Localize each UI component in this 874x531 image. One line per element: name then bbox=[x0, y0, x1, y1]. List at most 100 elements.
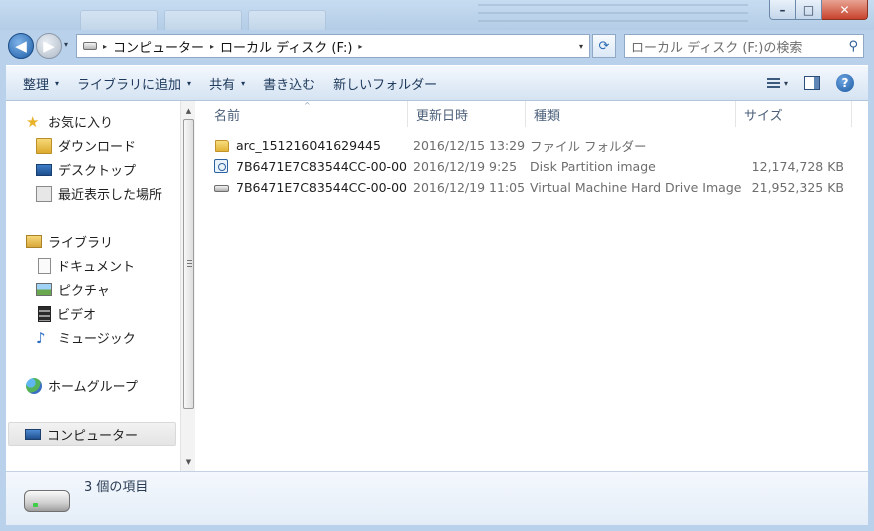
column-header-date[interactable]: 更新日時 bbox=[408, 101, 526, 127]
maximize-button[interactable]: □ bbox=[796, 0, 822, 20]
sidebar-item-pictures[interactable]: ピクチャ bbox=[36, 280, 110, 299]
file-size bbox=[736, 135, 844, 156]
search-placeholder: ローカル ディスク (F:)の検索 bbox=[631, 40, 803, 56]
minimize-button[interactable]: – bbox=[769, 0, 796, 20]
sidebar-item-label: 最近表示した場所 bbox=[58, 188, 163, 203]
share-button[interactable]: 共有 ▾ bbox=[209, 74, 245, 93]
file-name: 7B6471E7C83544CC-00-00 bbox=[236, 159, 407, 174]
table-row[interactable]: 7B6471E7C83544CC-00-00 2016/12/19 11:05 … bbox=[196, 177, 868, 198]
burn-label: 書き込む bbox=[263, 77, 316, 93]
sidebar-item-libraries[interactable]: ライブラリ bbox=[26, 232, 113, 251]
file-size: 12,174,728 KB bbox=[751, 159, 844, 174]
sidebar-item-favorites[interactable]: ★ お気に入り bbox=[26, 112, 114, 132]
column-header-row: 名前 ^ 更新日時 種類 サイズ bbox=[196, 101, 868, 127]
view-controls: ▾ ? bbox=[766, 74, 854, 92]
command-bar: 整理 ▾ ライブラリに追加 ▾ 共有 ▾ 書き込む 新しいフォルダー ▾ ? bbox=[6, 65, 868, 101]
libraries-icon bbox=[26, 235, 42, 248]
add-to-library-button[interactable]: ライブラリに追加 ▾ bbox=[77, 74, 191, 93]
search-input[interactable]: ローカル ディスク (F:)の検索 ⚲ bbox=[624, 34, 864, 58]
column-header-label: 更新日時 bbox=[416, 108, 469, 124]
breadcrumb-computer[interactable]: コンピューター bbox=[113, 37, 204, 56]
background-tab bbox=[164, 10, 242, 30]
background-tab bbox=[248, 10, 326, 30]
sidebar-item-desktop[interactable]: デスクトップ bbox=[36, 160, 136, 179]
file-date: 2016/12/19 11:05 bbox=[413, 180, 526, 195]
sidebar-item-videos[interactable]: ビデオ bbox=[36, 304, 96, 323]
pictures-icon bbox=[36, 283, 52, 296]
folder-icon bbox=[214, 138, 230, 154]
computer-icon bbox=[25, 428, 41, 440]
sidebar-item-downloads[interactable]: ダウンロード bbox=[36, 136, 136, 155]
star-icon: ★ bbox=[26, 112, 40, 131]
sidebar-item-label: ドキュメント bbox=[57, 260, 136, 275]
forward-button[interactable]: ▶ bbox=[36, 33, 62, 59]
music-icon: ♪ bbox=[36, 328, 46, 347]
organize-button[interactable]: 整理 ▾ bbox=[23, 74, 59, 93]
file-name-cell: 7B6471E7C83544CC-00-00 bbox=[214, 177, 407, 198]
file-name-cell: 7B6471E7C83544CC-00-00 bbox=[214, 156, 407, 177]
back-button[interactable]: ◀ bbox=[8, 33, 34, 59]
title-bar: – □ ✕ bbox=[0, 0, 874, 30]
sidebar-item-label: コンピューター bbox=[47, 428, 139, 444]
view-details-icon bbox=[766, 77, 780, 89]
scrollbar-thumb[interactable] bbox=[183, 119, 194, 409]
documents-icon bbox=[38, 257, 51, 274]
chevron-down-icon: ▾ bbox=[241, 78, 246, 88]
help-icon[interactable]: ? bbox=[836, 74, 854, 92]
background-window-tabs bbox=[80, 10, 326, 30]
column-header-label: サイズ bbox=[744, 108, 783, 124]
close-button[interactable]: ✕ bbox=[822, 0, 868, 20]
table-row[interactable]: 7B6471E7C83544CC-00-00 2016/12/19 9:25 D… bbox=[196, 156, 868, 177]
organize-label: 整理 bbox=[23, 77, 50, 93]
disk-image-icon bbox=[214, 158, 230, 175]
sidebar-item-label: お気に入り bbox=[48, 116, 114, 131]
search-icon[interactable]: ⚲ bbox=[848, 39, 858, 54]
sidebar-item-documents[interactable]: ドキュメント bbox=[36, 256, 135, 275]
breadcrumb-separator[interactable]: ▸ bbox=[210, 42, 214, 51]
file-type: Virtual Machine Hard Drive Image bbox=[530, 180, 742, 195]
address-bar[interactable]: ▸ コンピューター ▸ ローカル ディスク (F:) ▸ ▾ bbox=[76, 34, 590, 58]
breadcrumb-separator[interactable]: ▸ bbox=[103, 42, 107, 51]
new-folder-label: 新しいフォルダー bbox=[333, 77, 438, 93]
navigation-scrollbar[interactable]: ▲ ▼ bbox=[180, 101, 195, 471]
share-label: 共有 bbox=[209, 77, 236, 93]
sidebar-item-label: ホームグループ bbox=[48, 380, 138, 395]
add-to-library-label: ライブラリに追加 bbox=[77, 77, 182, 93]
preview-pane-icon[interactable] bbox=[804, 76, 820, 90]
sidebar-item-label: デスクトップ bbox=[58, 164, 137, 179]
burn-button[interactable]: 書き込む bbox=[263, 74, 315, 93]
homegroup-icon bbox=[26, 377, 42, 394]
column-header-type[interactable]: 種類 bbox=[526, 101, 736, 127]
address-history-dropdown[interactable]: ▾ bbox=[579, 42, 583, 51]
refresh-button[interactable]: ⟳ bbox=[592, 34, 616, 58]
sidebar-item-homegroup[interactable]: ホームグループ bbox=[26, 376, 138, 395]
file-name: 7B6471E7C83544CC-00-00 bbox=[236, 180, 407, 195]
explorer-body: ★ お気に入り ダウンロード デスクトップ 最近表示した場所 ライブラリ ドキュ… bbox=[6, 101, 868, 471]
sidebar-item-music[interactable]: ♪ ミュージック bbox=[36, 328, 136, 348]
scroll-down-button[interactable]: ▼ bbox=[181, 454, 196, 469]
breadcrumb-local-disk[interactable]: ローカル ディスク (F:) bbox=[220, 37, 352, 56]
file-date: 2016/12/19 9:25 bbox=[413, 159, 518, 174]
file-type: Disk Partition image bbox=[530, 159, 656, 174]
recent-pages-dropdown[interactable]: ▾ bbox=[64, 40, 68, 49]
file-size: 21,952,325 KB bbox=[751, 180, 844, 195]
item-count: 3 個の項目 bbox=[84, 480, 149, 495]
window-controls: – □ ✕ bbox=[769, 0, 868, 20]
hard-drive-icon bbox=[214, 180, 230, 196]
file-list: 名前 ^ 更新日時 種類 サイズ arc_151216041629445 201… bbox=[196, 101, 868, 471]
recent-places-icon bbox=[36, 185, 52, 202]
sidebar-item-label: ダウンロード bbox=[58, 140, 137, 155]
change-view-button[interactable]: ▾ bbox=[766, 77, 788, 89]
sidebar-item-recent-places[interactable]: 最近表示した場所 bbox=[36, 184, 162, 203]
sidebar-item-label: ビデオ bbox=[57, 308, 97, 323]
background-tab bbox=[80, 10, 158, 30]
column-header-size[interactable]: サイズ bbox=[736, 101, 852, 127]
file-name-cell: arc_151216041629445 bbox=[214, 135, 381, 156]
new-folder-button[interactable]: 新しいフォルダー bbox=[333, 74, 437, 93]
table-row[interactable]: arc_151216041629445 2016/12/15 13:29 ファイ… bbox=[196, 135, 868, 156]
scroll-up-button[interactable]: ▲ bbox=[181, 103, 196, 118]
background-window-content bbox=[478, 4, 748, 26]
breadcrumb-separator[interactable]: ▸ bbox=[358, 42, 362, 51]
sidebar-item-label: ミュージック bbox=[58, 332, 136, 347]
sidebar-item-computer[interactable]: コンピューター bbox=[8, 422, 176, 446]
